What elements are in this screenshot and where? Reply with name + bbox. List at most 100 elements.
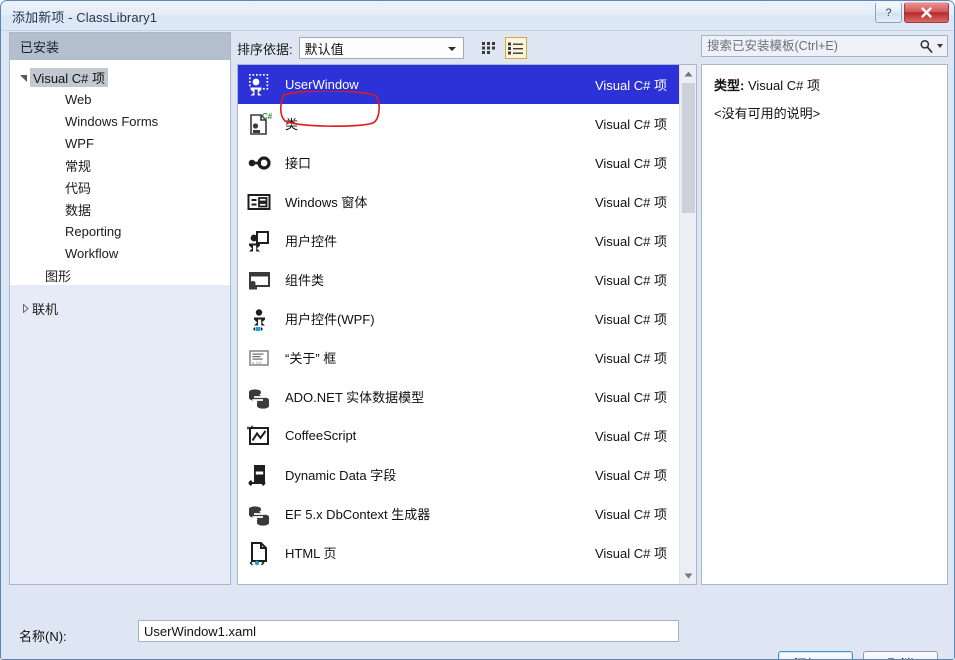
template-list-rows: UserWindow Visual C# 项 C# 类 Visual C# 项 …: [238, 65, 679, 586]
template-name: Windows 窗体: [285, 195, 368, 210]
template-row-userwindow[interactable]: UserWindow Visual C# 项: [238, 65, 679, 104]
template-row-ado-net-entity-model[interactable]: ADO.NET 实体数据模型 Visual C# 项: [238, 377, 679, 416]
sidebar-item-graphics[interactable]: 图形: [10, 264, 230, 285]
template-list[interactable]: UserWindow Visual C# 项 C# 类 Visual C# 项 …: [237, 64, 697, 585]
sidebar-item-general[interactable]: 常规: [10, 154, 230, 176]
user-window-template-icon: [242, 72, 276, 98]
template-row-dynamic-data-field[interactable]: Dynamic Data 字段 Visual C# 项: [238, 455, 679, 494]
svg-text:C#: C#: [262, 112, 272, 121]
template-kind: Visual C# 项: [594, 468, 667, 483]
template-kind: Visual C# 项: [594, 234, 667, 249]
interface-icon: [242, 150, 276, 176]
sort-by-dropdown[interactable]: 默认值: [298, 37, 464, 59]
help-button[interactable]: ?: [875, 2, 902, 23]
class-csharp-icon: C#: [242, 111, 276, 137]
template-row-coffeescript[interactable]: CoffeeScript Visual C# 项: [238, 416, 679, 455]
template-kind: Visual C# 项: [594, 546, 667, 561]
template-name: 用户控件(WPF): [285, 312, 375, 327]
template-name: UserWindow: [285, 77, 359, 92]
expander-expand-icon[interactable]: [18, 303, 32, 313]
sidebar-item-label: Workflow: [65, 245, 119, 261]
template-row-ef-dbcontext-generator[interactable]: EF 5.x DbContext 生成器 Visual C# 项: [238, 494, 679, 533]
sidebar-item-label: Reporting: [65, 223, 122, 239]
sidebar-item-online[interactable]: 联机: [10, 297, 230, 319]
template-name: 接口: [285, 156, 312, 171]
chevron-down-icon: [937, 44, 943, 48]
installed-templates-sidebar: 已安装 Visual C# 项 Web Windows Forms WPF 常规…: [9, 32, 231, 585]
name-input[interactable]: [138, 620, 679, 642]
sidebar-tree: Visual C# 项 Web Windows Forms WPF 常规 代码: [10, 60, 230, 285]
user-control-icon: [242, 228, 276, 254]
view-tiles-button[interactable]: [478, 37, 500, 59]
sidebar-item-code[interactable]: 代码: [10, 176, 230, 198]
template-kind: Visual C# 项: [594, 273, 667, 288]
template-kind: Visual C# 项: [594, 429, 667, 444]
template-row-javascript-partial[interactable]: JS: [238, 572, 679, 586]
template-list-scrollbar[interactable]: [679, 65, 696, 584]
sidebar-item-label: 常规: [65, 158, 92, 174]
coffeescript-icon: [242, 423, 276, 449]
sidebar-item-label: 数据: [65, 202, 92, 218]
add-button[interactable]: 添加(A): [778, 651, 853, 659]
sidebar-item-label: Web: [65, 91, 92, 107]
template-kind: Visual C# 项: [594, 156, 667, 171]
sidebar-item-windows-forms[interactable]: Windows Forms: [10, 110, 230, 132]
sidebar-item-label: 联机: [32, 301, 59, 317]
template-name: CoffeeScript: [285, 428, 357, 443]
sidebar-item-wpf[interactable]: WPF: [10, 132, 230, 154]
search-icon-wrap[interactable]: [919, 39, 947, 53]
template-row-user-control[interactable]: 用户控件 Visual C# 项: [238, 221, 679, 260]
ef-dbcontext-generator-icon: [242, 501, 276, 527]
sidebar-header-label: 已安装: [20, 40, 60, 55]
sidebar-item-workflow[interactable]: Workflow: [10, 242, 230, 264]
detail-type-line: 类型: Visual C# 项: [714, 75, 935, 94]
template-details-panel: 类型: Visual C# 项 <没有可用的说明>: [701, 64, 948, 585]
template-row-interface[interactable]: 接口 Visual C# 项: [238, 143, 679, 182]
template-name: EF 5.x DbContext 生成器: [285, 507, 431, 522]
scroll-up-button[interactable]: [680, 65, 696, 82]
about-box-icon: v. 1.0: [242, 345, 276, 371]
template-row-html-page[interactable]: HTML 页 Visual C# 项: [238, 533, 679, 572]
scrollbar-thumb[interactable]: [682, 83, 695, 213]
search-input[interactable]: [702, 38, 907, 54]
windows-form-icon: [242, 189, 276, 215]
chevron-down-icon: [684, 573, 693, 578]
template-row-user-control-wpf[interactable]: 用户控件(WPF) Visual C# 项: [238, 299, 679, 338]
template-row-about-box[interactable]: v. 1.0 “关于” 框 Visual C# 项: [238, 338, 679, 377]
dynamic-data-field-icon: [242, 462, 276, 488]
template-row-windows-form[interactable]: Windows 窗体 Visual C# 项: [238, 182, 679, 221]
title-bar: 添加新项 - ClassLibrary1 ?: [1, 1, 954, 31]
sidebar-item-web[interactable]: Web: [10, 88, 230, 110]
expander-collapse-icon[interactable]: [16, 73, 30, 82]
template-row-class[interactable]: C# 类 Visual C# 项: [238, 104, 679, 143]
template-kind: Visual C# 项: [594, 78, 667, 93]
scroll-down-button[interactable]: [680, 567, 696, 584]
sidebar-item-label: 图形: [45, 268, 72, 284]
sidebar-item-label: 代码: [65, 180, 92, 196]
template-kind: Visual C# 项: [594, 390, 667, 405]
close-icon: [921, 7, 932, 18]
detail-description: <没有可用的说明>: [714, 106, 821, 121]
template-name: Dynamic Data 字段: [285, 468, 397, 483]
template-name: 用户控件: [285, 234, 338, 249]
template-name: “关于” 框: [285, 351, 337, 366]
template-row-component-class[interactable]: 组件类 Visual C# 项: [238, 260, 679, 299]
search-box[interactable]: [701, 35, 948, 57]
list-toolbar: 排序依据: 默认值: [237, 35, 697, 61]
view-list-button[interactable]: [504, 37, 527, 59]
template-kind: Visual C# 项: [594, 351, 667, 366]
template-kind: Visual C# 项: [594, 507, 667, 522]
component-class-icon: [242, 267, 276, 293]
sidebar-item-visual-csharp[interactable]: Visual C# 项: [10, 66, 230, 88]
template-name: ADO.NET 实体数据模型: [285, 390, 425, 405]
chevron-up-icon: [684, 71, 693, 76]
cancel-button[interactable]: 取消: [863, 651, 938, 659]
close-button[interactable]: [904, 2, 949, 23]
tiles-view-icon: [481, 42, 495, 54]
template-kind: Visual C# 项: [594, 312, 667, 327]
sidebar-item-label: Visual C# 项: [30, 67, 109, 87]
sidebar-item-reporting[interactable]: Reporting: [10, 220, 230, 242]
window-title: 添加新项 - ClassLibrary1: [12, 10, 158, 25]
javascript-file-icon: JS: [242, 585, 276, 586]
sidebar-item-data[interactable]: 数据: [10, 198, 230, 220]
